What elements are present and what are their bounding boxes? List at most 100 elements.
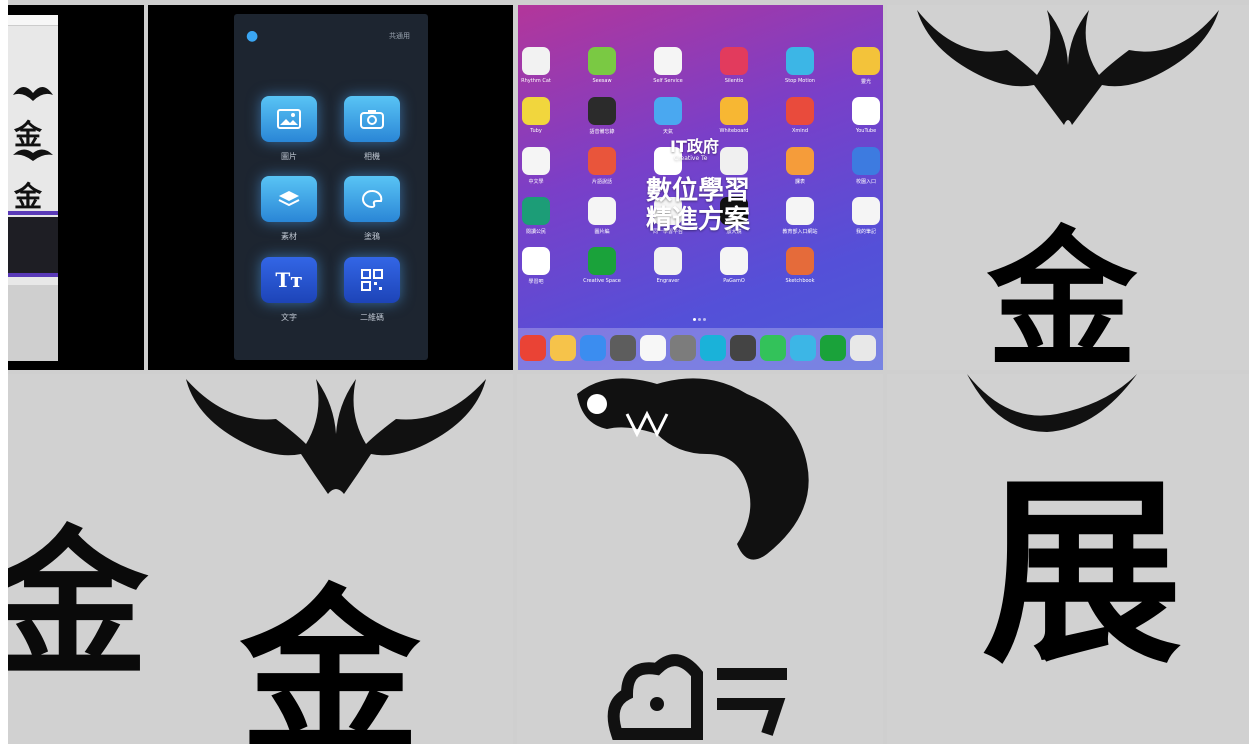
tablet-app-label: Sketchbook [785,278,815,284]
tablet-app-label: 靈光 [860,79,871,85]
tablet-app-label: Stop Motion [785,78,815,84]
tablet-app-icon[interactable] [522,247,550,275]
gold-glyph-bottom: 金 [240,568,421,744]
tablet-app-icon[interactable] [852,147,880,175]
overlay-line3: 精進方案 [646,205,751,235]
tablet-app-label: Creative Space [583,278,621,284]
tablet-app-icon[interactable] [588,147,616,175]
text-icon[interactable]: Tт [261,257,317,303]
tablet-app-icon[interactable] [786,47,814,75]
tablet-app-icon[interactable] [786,147,814,175]
phoenix-icon-bottom [186,379,486,494]
tablet-app-icon[interactable] [720,97,748,125]
tablet-app-label: 語音備忘錄 [589,129,615,135]
tile-dragon[interactable] [517,374,883,744]
tablet-app-label: Seesaw [592,78,612,84]
cloud-glyph-icon [607,654,787,740]
tile-phoenix-top[interactable]: 金 [887,5,1249,370]
tablet-app-label: 校園入口 [855,179,876,185]
app-label-image: 圖片 [281,152,297,161]
phone-screen: ● 共通用 圖片 相機 素材 塗鴉 Tт 文字 二維碼 [234,14,428,360]
palette-icon[interactable] [344,176,400,222]
zhan-glyph: 展 [982,456,1183,691]
phoenix-mini-icon-2 [13,149,53,161]
dock-app-icon[interactable] [640,335,666,361]
qr-code-icon[interactable] [344,257,400,303]
page-dots [693,306,709,321]
tablet-app-label: 課表 [794,179,805,185]
swoosh-icon [967,374,1137,432]
tablet-app-label: Tuby [530,128,542,134]
tablet-app-icon[interactable] [588,47,616,75]
tablet-app-icon[interactable] [786,197,814,225]
image-icon[interactable] [261,96,317,142]
tablet-app-label: PaGamO [723,278,745,284]
overlay-line1: IT政府 [670,137,719,156]
dock-app-icon[interactable] [580,335,606,361]
tablet-app-icon[interactable] [522,47,550,75]
tablet-app-icon[interactable] [588,97,616,125]
overlay-sub: Creative Te [674,155,708,162]
tablet-app-label: Self Service [653,78,683,84]
tablet-app-icon[interactable] [720,47,748,75]
tablet-app-label: Engraver [656,278,680,284]
tablet-app-icon[interactable] [654,97,682,125]
dock-app-icon[interactable] [520,335,546,361]
tablet-app-icon[interactable] [654,47,682,75]
dragon-icon [577,378,809,560]
camera-icon[interactable] [344,96,400,142]
strip-glyph-2: 金 [14,180,43,213]
tablet-app-label: 學習吧 [528,279,544,285]
dock-app-icon[interactable] [850,335,876,361]
tablet-app-label: 中文學 [528,179,544,185]
tablet-app-icon[interactable] [588,247,616,275]
dock-app-icon[interactable] [760,335,786,361]
app-label-camera: 相機 [364,152,380,161]
dock-app-icon[interactable] [790,335,816,361]
dock-app-icon[interactable] [820,335,846,361]
tablet-app-icon[interactable] [654,247,682,275]
tile-strip-preview[interactable]: 金 金 [8,5,144,370]
tablet-app-label: 教育部入口網站 [782,229,818,235]
tablet-app-icon[interactable] [720,247,748,275]
left-partial-glyph: 金 [8,510,149,698]
tablet-app-label: Silentio [724,78,744,84]
dock-app-icon[interactable] [610,335,636,361]
dock-app-icon[interactable] [700,335,726,361]
tablet-app-icon[interactable] [588,197,616,225]
tablet-app-icon[interactable] [852,47,880,75]
tile-zhan[interactable]: 展 [887,374,1249,744]
left-edge [0,0,8,744]
tablet-app-icon[interactable] [786,247,814,275]
tile-phoenix-bottom-left[interactable]: 金 金 [8,374,513,744]
tablet-app-icon[interactable] [522,197,550,225]
phoenix-mini-icon [13,86,53,101]
phone-strip: 金 金 [8,15,58,361]
tile-phone-menu[interactable]: ● 共通用 圖片 相機 素材 塗鴉 Tт 文字 二維碼 [148,5,513,370]
tablet-app-label: 片語說話 [591,179,612,185]
tablet-app-label: 我的筆記 [855,229,876,235]
phoenix-icon [917,10,1219,125]
tablet-app-icon[interactable] [786,97,814,125]
user-icon[interactable]: ● [246,28,258,44]
tablet-app-label: 閱讀公民 [525,229,546,235]
tablet-app-icon[interactable] [522,97,550,125]
tablet-app-icon[interactable] [852,97,880,125]
app-label-palette: 塗鴉 [364,232,380,241]
app-label-text: 文字 [281,313,297,322]
tablet-app-label: YouTube [855,128,877,134]
tablet-app-label: 圖片編 [594,229,610,235]
dock-app-icon[interactable] [550,335,576,361]
tablet-app-label: Xmind [791,128,809,134]
gold-glyph-right: 金 [987,212,1138,370]
app-label-layers: 素材 [281,232,297,241]
dock-app-icon[interactable] [730,335,756,361]
tablet-app-icon[interactable] [852,197,880,225]
layers-icon[interactable] [261,176,317,222]
tablet-app-icon[interactable] [522,147,550,175]
dock-app-icon[interactable] [670,335,696,361]
tile-tablet-home[interactable]: Rhythm Cat Seesaw Self Service Silentio Stop… [518,5,883,370]
app-label-qr: 二維碼 [360,313,384,322]
phone-topright-label[interactable]: 共通用 [389,31,410,41]
tablet-app-label: Rhythm Cat [521,78,551,84]
